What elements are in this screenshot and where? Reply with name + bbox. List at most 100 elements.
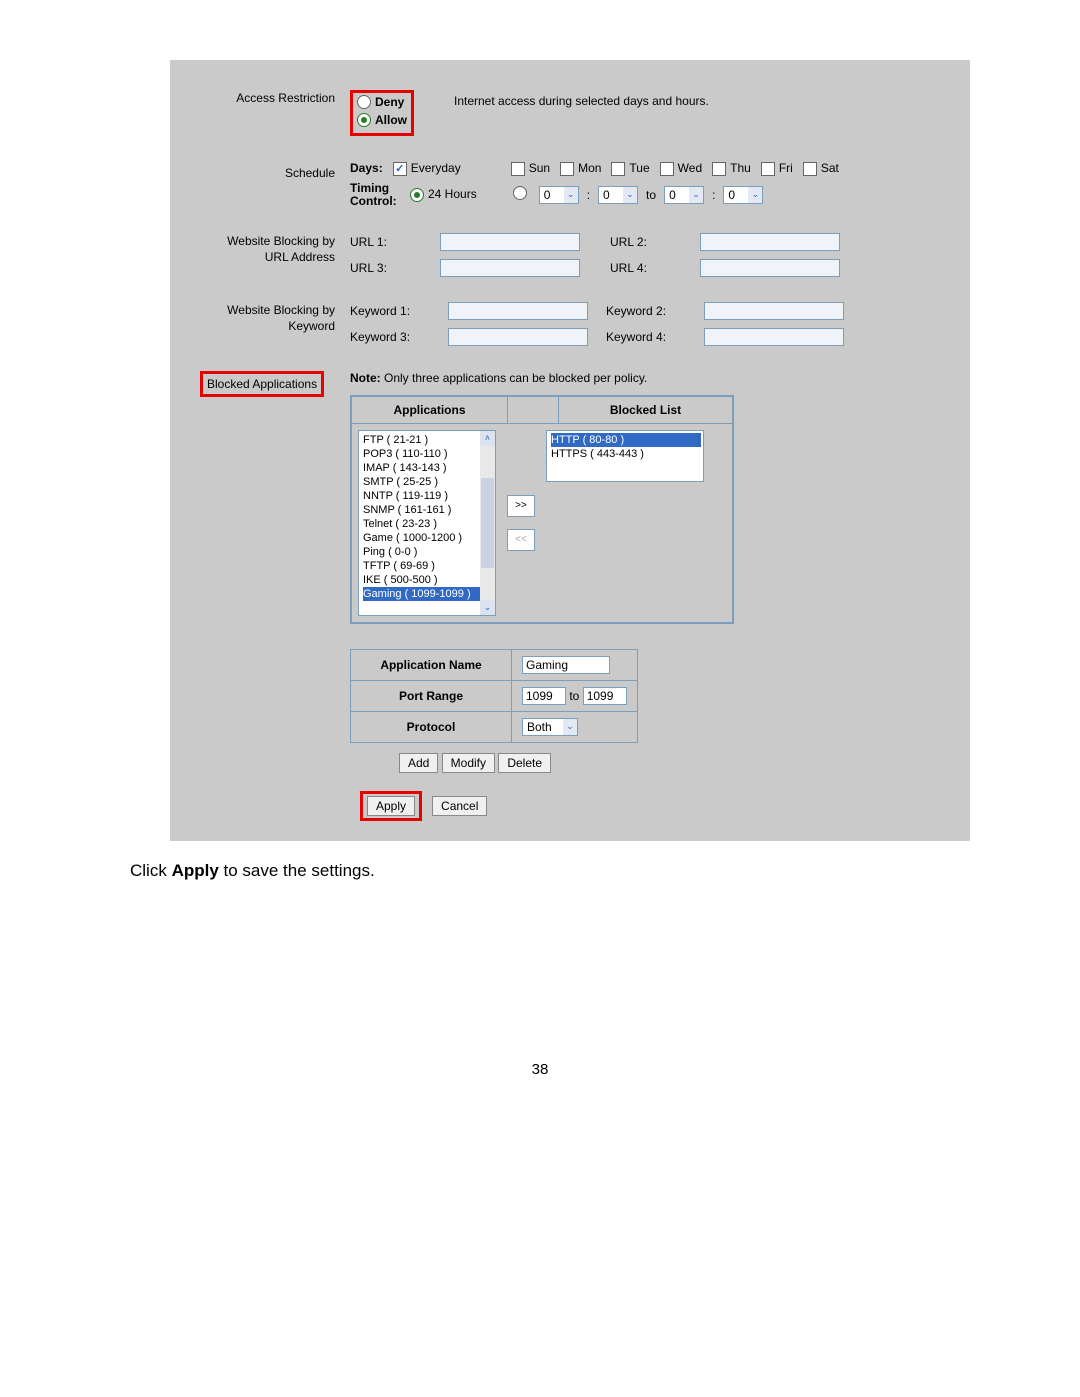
url3-label: URL 3: <box>350 261 410 275</box>
url4-input[interactable] <box>700 259 840 277</box>
move-right-button[interactable]: >> <box>507 495 535 517</box>
list-item[interactable]: SNMP ( 161-161 ) <box>363 503 493 517</box>
list-item[interactable]: POP3 ( 110-110 ) <box>363 447 493 461</box>
chevron-down-icon: ⌄ <box>564 187 578 203</box>
list-item[interactable]: Telnet ( 23-23 ) <box>363 517 493 531</box>
list-item[interactable]: IMAP ( 143-143 ) <box>363 461 493 475</box>
radio-icon <box>357 95 371 109</box>
timing-label: Timing Control: <box>350 182 402 208</box>
page-number: 38 <box>0 1061 1080 1078</box>
schedule-label: Schedule <box>200 161 350 208</box>
day-sat[interactable]: Sat <box>803 161 839 176</box>
protocol-label: Protocol <box>351 711 512 742</box>
allow-option[interactable]: Allow <box>357 113 407 127</box>
instruction-caption: Click Apply to save the settings. <box>130 861 1080 881</box>
list-item[interactable]: Gaming ( 1099-1099 ) <box>363 587 493 601</box>
list-item[interactable]: IKE ( 500-500 ) <box>363 573 493 587</box>
access-restriction-help: Internet access during selected days and… <box>454 94 709 108</box>
app-name-input[interactable] <box>522 656 610 674</box>
chevron-down-icon: ⌄ <box>563 719 577 735</box>
kw2-label: Keyword 2: <box>606 304 686 318</box>
list-item[interactable]: SMTP ( 25-25 ) <box>363 475 493 489</box>
day-tue[interactable]: Tue <box>611 161 649 176</box>
day-thu[interactable]: Thu <box>712 161 751 176</box>
list-item[interactable]: NNTP ( 119-119 ) <box>363 489 493 503</box>
url2-input[interactable] <box>700 233 840 251</box>
app-name-label: Application Name <box>351 649 512 680</box>
list-item[interactable]: FTP ( 21-21 ) <box>363 433 493 447</box>
radio-custom-time[interactable] <box>513 186 531 203</box>
list-item[interactable]: Ping ( 0-0 ) <box>363 545 493 559</box>
chevron-down-icon: ⌄ <box>748 187 762 203</box>
day-mon[interactable]: Mon <box>560 161 601 176</box>
kw4-input[interactable] <box>704 328 844 346</box>
checkbox-icon <box>393 162 407 176</box>
to-min-select[interactable]: 0⌄ <box>723 186 763 204</box>
url3-input[interactable] <box>440 259 580 277</box>
add-button[interactable]: Add <box>399 753 438 773</box>
kw2-input[interactable] <box>704 302 844 320</box>
url1-input[interactable] <box>440 233 580 251</box>
scroll-down-icon[interactable]: ⌄ <box>480 600 495 615</box>
port-from-input[interactable] <box>522 687 566 705</box>
kw3-label: Keyword 3: <box>350 330 430 344</box>
port-to-input[interactable] <box>583 687 627 705</box>
from-min-select[interactable]: 0⌄ <box>598 186 638 204</box>
port-range-label: Port Range <box>351 680 512 711</box>
protocol-select[interactable]: Both⌄ <box>522 718 578 736</box>
available-apps-listbox[interactable]: FTP ( 21-21 )POP3 ( 110-110 )IMAP ( 143-… <box>358 430 496 616</box>
url1-label: URL 1: <box>350 235 410 249</box>
blocked-apps-listbox[interactable]: HTTP ( 80-80 )HTTPS ( 443-443 ) <box>546 430 704 482</box>
day-sun[interactable]: Sun <box>511 161 550 176</box>
kw1-label: Keyword 1: <box>350 304 430 318</box>
day-fri[interactable]: Fri <box>761 161 793 176</box>
checkbox-icon <box>511 162 525 176</box>
apply-highlight: Apply <box>360 791 422 821</box>
chevron-down-icon: ⌄ <box>689 187 703 203</box>
blocked-apps-highlight: Blocked Applications <box>200 371 324 397</box>
app-form-table: Application Name Port Range to Protocol <box>350 649 638 743</box>
list-item[interactable]: TFTP ( 69-69 ) <box>363 559 493 573</box>
everyday-checkbox[interactable]: Everyday <box>393 161 461 176</box>
kw3-input[interactable] <box>448 328 588 346</box>
applications-header: Applications <box>352 397 508 424</box>
apply-button[interactable]: Apply <box>367 796 415 816</box>
delete-button[interactable]: Delete <box>498 753 551 773</box>
modify-button[interactable]: Modify <box>442 753 495 773</box>
deny-option[interactable]: Deny <box>357 95 407 109</box>
checkbox-icon <box>611 162 625 176</box>
checkbox-icon <box>660 162 674 176</box>
url-blocking-label: Website Blocking by URL Address <box>200 233 350 277</box>
kw4-label: Keyword 4: <box>606 330 686 344</box>
keyword-blocking-section: Website Blocking by Keyword Keyword 1: K… <box>200 302 940 346</box>
radio-24-hours[interactable]: 24 Hours <box>410 187 477 202</box>
access-restriction-label: Access Restriction <box>200 90 350 136</box>
scroll-thumb[interactable] <box>481 478 494 568</box>
from-hour-select[interactable]: 0⌄ <box>539 186 579 204</box>
cancel-button[interactable]: Cancel <box>432 796 487 816</box>
deny-allow-highlight: Deny Allow <box>350 90 414 136</box>
scrollbar[interactable]: ˄ ⌄ <box>480 431 495 615</box>
list-item[interactable]: Game ( 1000-1200 ) <box>363 531 493 545</box>
schedule-section: Schedule Days: Everyday Sun Mon Tue Wed … <box>200 161 940 208</box>
scroll-up-icon[interactable]: ˄ <box>480 431 495 446</box>
chevron-down-icon: ⌄ <box>623 187 637 203</box>
days-label: Days: <box>350 161 383 175</box>
checkbox-icon <box>712 162 726 176</box>
keyword-blocking-label: Website Blocking by Keyword <box>200 302 350 346</box>
move-left-button[interactable]: << <box>507 529 535 551</box>
list-item[interactable]: HTTP ( 80-80 ) <box>551 433 701 447</box>
access-restriction-section: Access Restriction Deny Allow Internet a… <box>200 90 940 136</box>
router-config-panel: Access Restriction Deny Allow Internet a… <box>170 60 970 841</box>
blocked-list-header: Blocked List <box>559 397 732 424</box>
list-item[interactable]: HTTPS ( 443-443 ) <box>551 447 701 461</box>
day-wed[interactable]: Wed <box>660 161 702 176</box>
kw1-input[interactable] <box>448 302 588 320</box>
to-hour-select[interactable]: 0⌄ <box>664 186 704 204</box>
url-blocking-section: Website Blocking by URL Address URL 1: U… <box>200 233 940 277</box>
radio-icon <box>410 188 424 202</box>
blocked-apps-note: Note: Only three applications can be blo… <box>350 371 940 385</box>
blocked-apps-section: Blocked Applications Note: Only three ap… <box>200 371 940 773</box>
radio-icon <box>513 186 527 200</box>
url4-label: URL 4: <box>610 261 670 275</box>
